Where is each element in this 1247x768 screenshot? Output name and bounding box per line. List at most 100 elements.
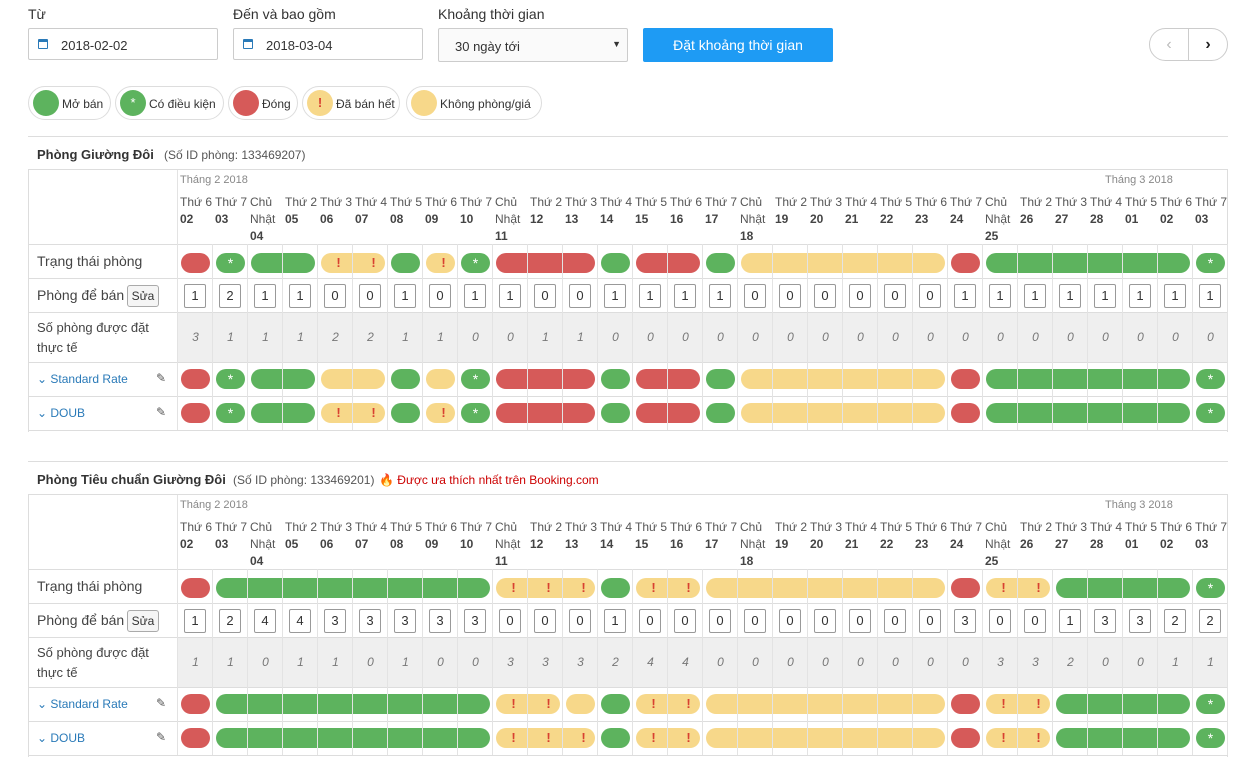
status-pill-noprice[interactable] bbox=[566, 694, 595, 714]
rooms-to-sell-input[interactable]: 1 bbox=[1199, 284, 1221, 308]
rooms-to-sell-input[interactable]: 1 bbox=[464, 284, 486, 308]
status-pill-closed[interactable] bbox=[951, 694, 980, 714]
next-period-button[interactable]: › bbox=[1188, 28, 1228, 61]
rooms-to-sell-input[interactable]: 0 bbox=[779, 284, 801, 308]
rooms-to-sell-input[interactable]: 1 bbox=[1059, 284, 1081, 308]
status-pill-cond[interactable]: * bbox=[461, 403, 490, 423]
status-pill-cond[interactable]: * bbox=[1196, 253, 1225, 273]
rooms-to-sell-input[interactable]: 1 bbox=[1024, 284, 1046, 308]
status-pill-sold[interactable]: !! bbox=[636, 694, 700, 714]
status-pill-closed[interactable] bbox=[496, 369, 595, 389]
status-pill-noprice[interactable] bbox=[706, 728, 945, 748]
rooms-to-sell-input[interactable]: 2 bbox=[219, 284, 241, 308]
rooms-to-sell-input[interactable]: 3 bbox=[464, 609, 486, 633]
rooms-to-sell-input[interactable]: 0 bbox=[569, 609, 591, 633]
rooms-to-sell-input[interactable]: 1 bbox=[254, 284, 276, 308]
status-pill-sold[interactable]: !! bbox=[986, 578, 1050, 598]
rooms-to-sell-input[interactable]: 4 bbox=[289, 609, 311, 633]
status-pill-sold[interactable]: !! bbox=[986, 694, 1050, 714]
rooms-to-sell-input[interactable]: 1 bbox=[639, 284, 661, 308]
status-pill-closed[interactable] bbox=[496, 253, 595, 273]
status-pill-closed[interactable] bbox=[181, 578, 210, 598]
rooms-to-sell-input[interactable]: 1 bbox=[499, 284, 521, 308]
status-pill-cond[interactable]: * bbox=[1196, 694, 1225, 714]
rooms-to-sell-input[interactable]: 0 bbox=[989, 609, 1011, 633]
status-pill-open[interactable] bbox=[601, 728, 630, 748]
status-pill-open[interactable] bbox=[391, 369, 420, 389]
rooms-to-sell-input[interactable]: 1 bbox=[709, 284, 731, 308]
status-pill-cond[interactable]: * bbox=[216, 253, 245, 273]
status-pill-open[interactable] bbox=[601, 694, 630, 714]
rooms-to-sell-input[interactable]: 0 bbox=[744, 609, 766, 633]
rooms-to-sell-input[interactable]: 2 bbox=[1199, 609, 1221, 633]
status-pill-open[interactable] bbox=[1056, 728, 1190, 748]
status-pill-open[interactable] bbox=[706, 369, 735, 389]
status-pill-sold[interactable]: !! bbox=[636, 728, 700, 748]
status-pill-closed[interactable] bbox=[181, 694, 210, 714]
status-pill-noprice[interactable] bbox=[426, 369, 455, 389]
status-pill-noprice[interactable] bbox=[321, 369, 385, 389]
status-pill-sold[interactable]: !!! bbox=[496, 578, 595, 598]
edit-button[interactable]: Sửa bbox=[127, 285, 159, 307]
status-pill-closed[interactable] bbox=[181, 369, 210, 389]
rate-plan-toggle[interactable]: ⌄ DOUB bbox=[37, 406, 85, 420]
status-pill-cond[interactable]: * bbox=[1196, 369, 1225, 389]
rooms-to-sell-input[interactable]: 1 bbox=[604, 284, 626, 308]
pencil-icon[interactable]: ✎ bbox=[156, 730, 166, 744]
status-pill-open[interactable] bbox=[601, 369, 630, 389]
rooms-to-sell-input[interactable]: 4 bbox=[254, 609, 276, 633]
status-pill-cond[interactable]: * bbox=[1196, 403, 1225, 423]
status-pill-cond[interactable]: * bbox=[461, 369, 490, 389]
rooms-to-sell-input[interactable]: 0 bbox=[779, 609, 801, 633]
status-pill-open[interactable] bbox=[391, 253, 420, 273]
rooms-to-sell-input[interactable]: 0 bbox=[429, 284, 451, 308]
rooms-to-sell-input[interactable]: 1 bbox=[1059, 609, 1081, 633]
status-pill-cond[interactable]: * bbox=[216, 403, 245, 423]
status-pill-open[interactable] bbox=[706, 253, 735, 273]
status-pill-noprice[interactable] bbox=[706, 578, 945, 598]
from-date-input[interactable]: 2018-02-02 bbox=[28, 28, 218, 60]
prev-period-button[interactable]: ‹ bbox=[1149, 28, 1189, 61]
status-pill-sold[interactable]: !!! bbox=[496, 728, 595, 748]
rooms-to-sell-input[interactable]: 0 bbox=[709, 609, 731, 633]
status-pill-cond[interactable]: * bbox=[1196, 728, 1225, 748]
rooms-to-sell-input[interactable]: 1 bbox=[674, 284, 696, 308]
status-pill-cond[interactable]: * bbox=[461, 253, 490, 273]
status-pill-closed[interactable] bbox=[496, 403, 595, 423]
status-pill-open[interactable] bbox=[601, 403, 630, 423]
rooms-to-sell-input[interactable]: 3 bbox=[394, 609, 416, 633]
status-pill-closed[interactable] bbox=[181, 403, 210, 423]
status-pill-sold[interactable]: ! bbox=[426, 253, 455, 273]
rooms-to-sell-input[interactable]: 0 bbox=[324, 284, 346, 308]
rooms-to-sell-input[interactable]: 3 bbox=[1129, 609, 1151, 633]
status-pill-closed[interactable] bbox=[951, 728, 980, 748]
rate-plan-toggle[interactable]: ⌄ Standard Rate bbox=[37, 372, 128, 386]
status-pill-closed[interactable] bbox=[951, 369, 980, 389]
status-pill-sold[interactable]: !! bbox=[321, 253, 385, 273]
rooms-to-sell-input[interactable]: 1 bbox=[989, 284, 1011, 308]
rate-plan-toggle[interactable]: ⌄ Standard Rate bbox=[37, 697, 128, 711]
rooms-to-sell-input[interactable]: 1 bbox=[184, 284, 206, 308]
status-pill-open[interactable] bbox=[601, 253, 630, 273]
rooms-to-sell-input[interactable]: 0 bbox=[534, 609, 556, 633]
status-pill-open[interactable] bbox=[216, 694, 490, 714]
status-pill-open[interactable] bbox=[706, 403, 735, 423]
pencil-icon[interactable]: ✎ bbox=[156, 696, 166, 710]
rooms-to-sell-input[interactable]: 1 bbox=[954, 284, 976, 308]
status-pill-sold[interactable]: !! bbox=[496, 694, 560, 714]
rooms-to-sell-input[interactable]: 0 bbox=[814, 609, 836, 633]
to-date-input[interactable]: 2018-03-04 bbox=[233, 28, 423, 60]
status-pill-sold[interactable]: ! bbox=[426, 403, 455, 423]
status-pill-cond[interactable]: * bbox=[1196, 578, 1225, 598]
rooms-to-sell-input[interactable]: 0 bbox=[534, 284, 556, 308]
status-pill-noprice[interactable] bbox=[706, 694, 945, 714]
rooms-to-sell-input[interactable]: 0 bbox=[359, 284, 381, 308]
status-pill-closed[interactable] bbox=[951, 578, 980, 598]
rooms-to-sell-input[interactable]: 0 bbox=[499, 609, 521, 633]
rooms-to-sell-input[interactable]: 1 bbox=[1094, 284, 1116, 308]
status-pill-open[interactable] bbox=[251, 253, 315, 273]
rooms-to-sell-input[interactable]: 0 bbox=[849, 609, 871, 633]
status-pill-cond[interactable]: * bbox=[216, 369, 245, 389]
rooms-to-sell-input[interactable]: 3 bbox=[324, 609, 346, 633]
status-pill-open[interactable] bbox=[601, 578, 630, 598]
